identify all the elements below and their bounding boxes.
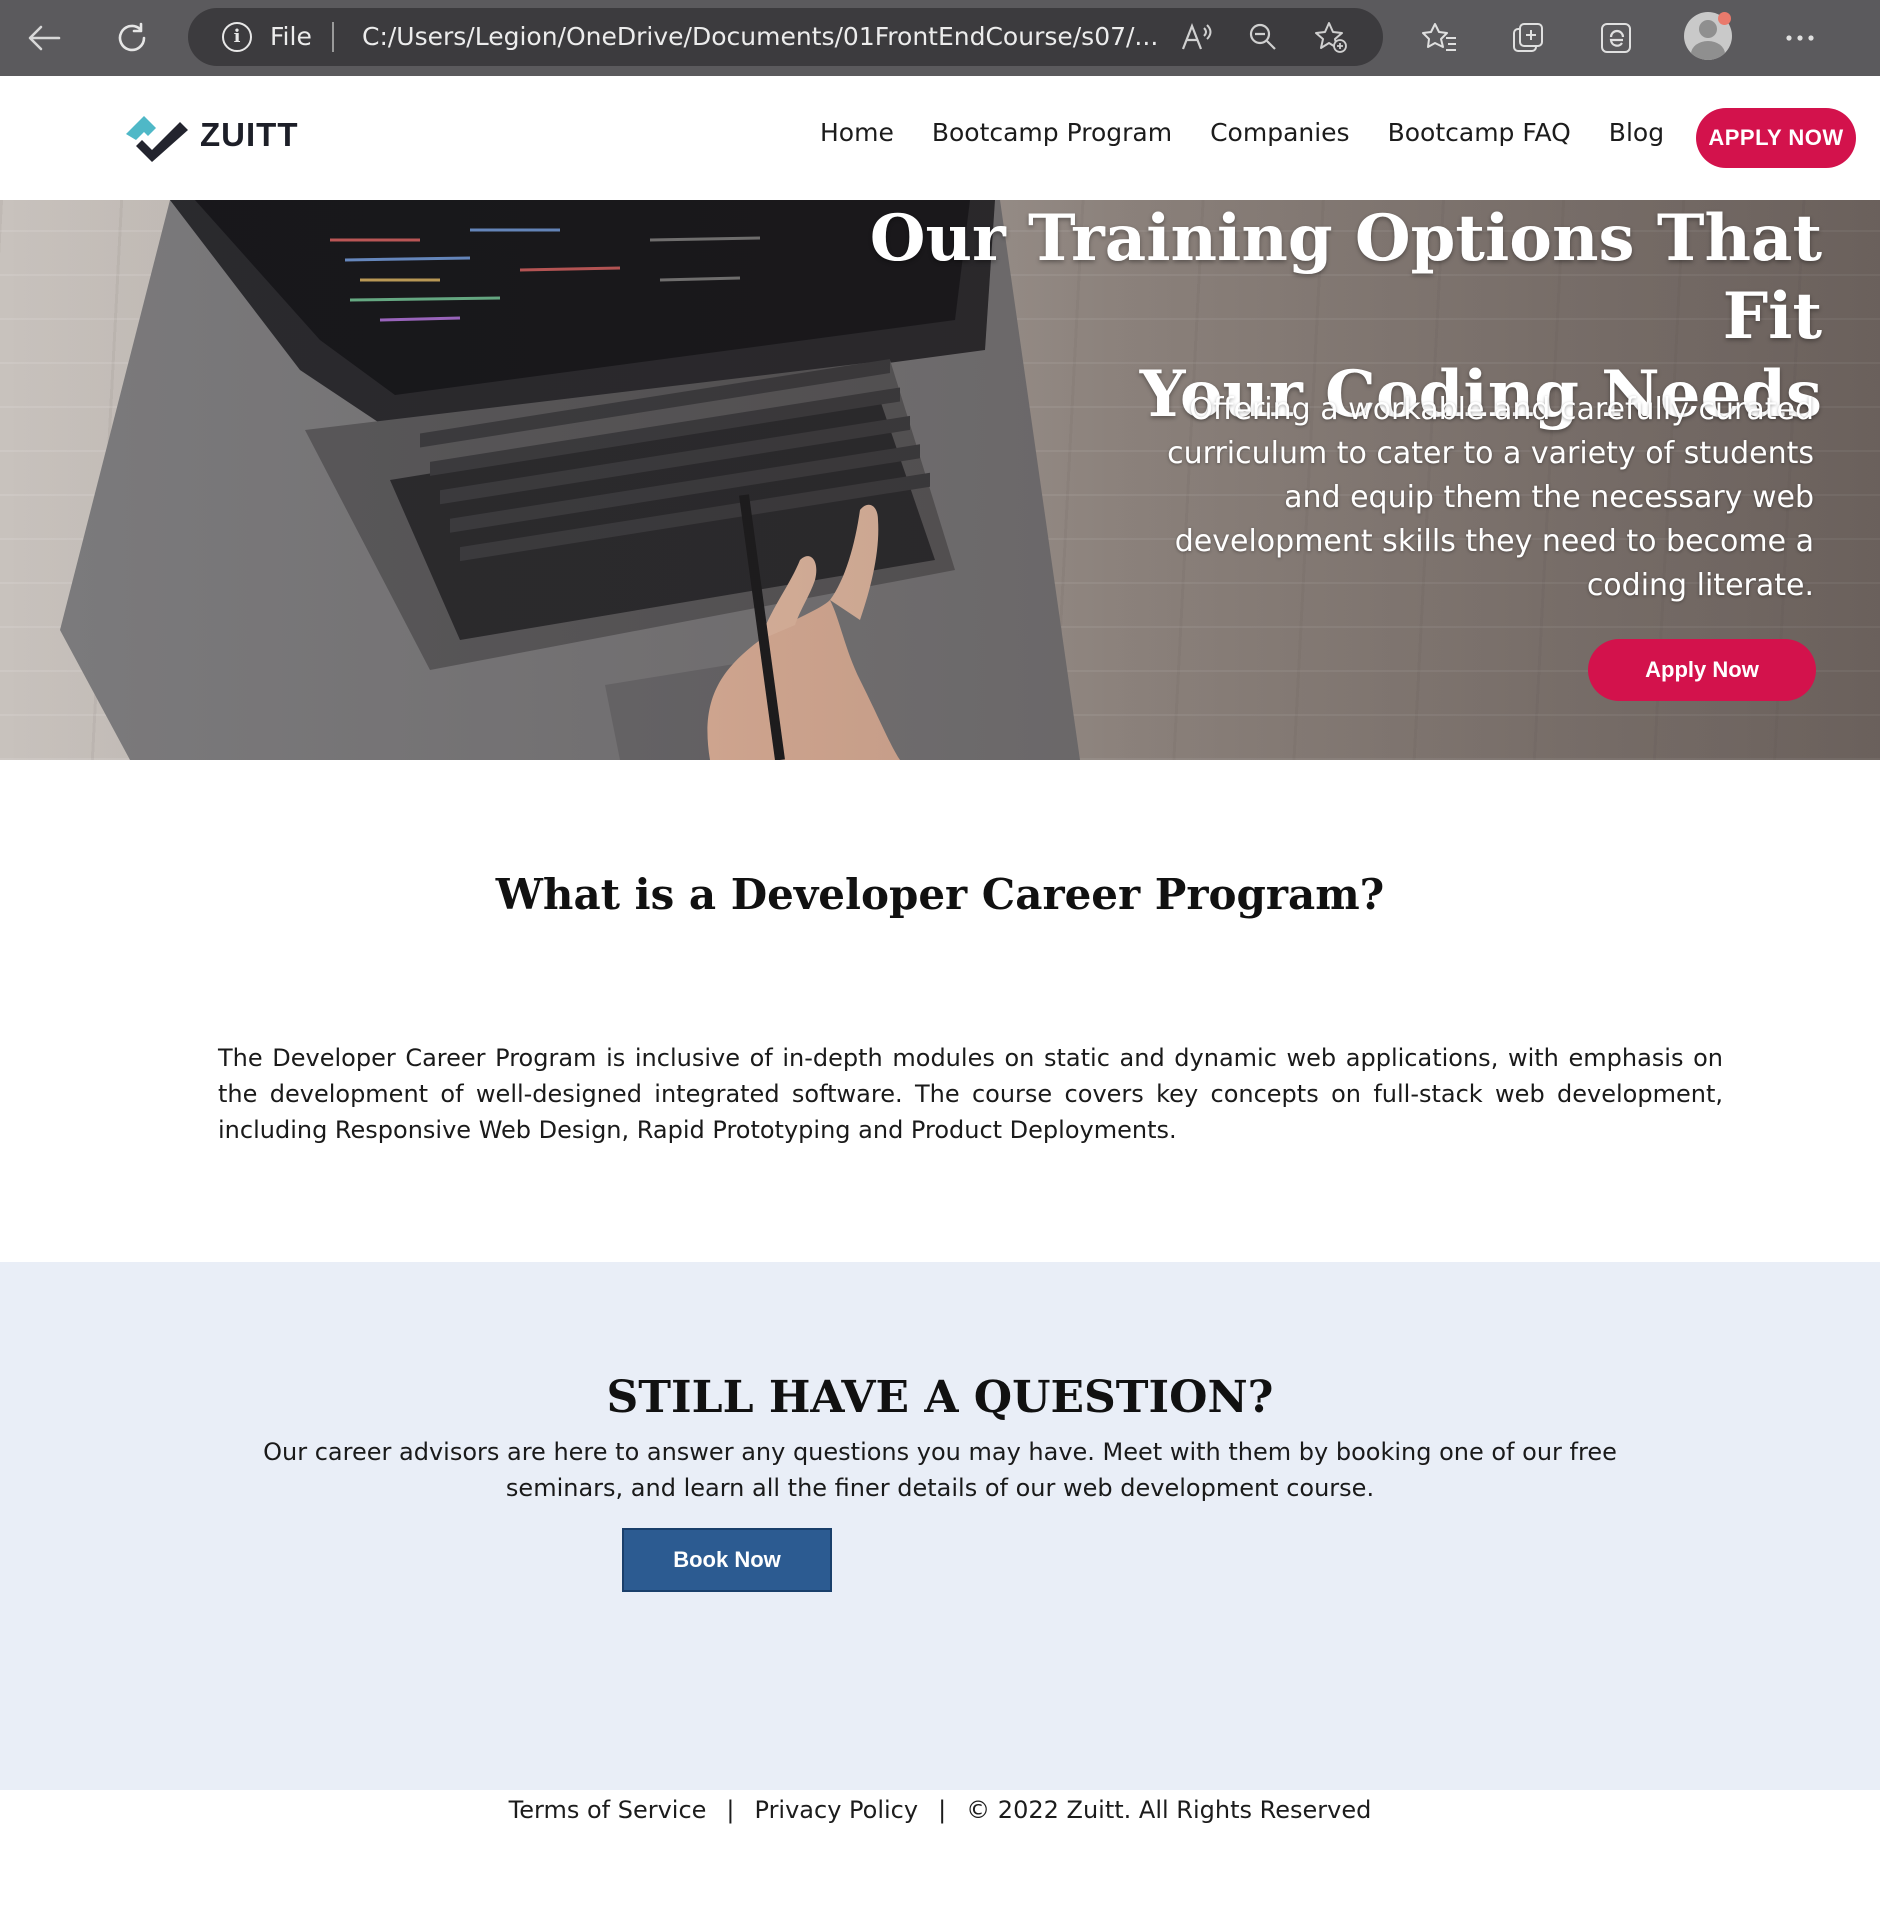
hero-title-line-1: Our Training Options That Fit <box>869 201 1822 354</box>
question-text: Our career advisors are here to answer a… <box>263 1438 1617 1502</box>
hero-subtitle: Offering a workable and carefully curate… <box>1167 392 1814 603</box>
url-text[interactable]: C:/Users/Legion/OneDrive/Documents/01Fro… <box>362 22 1158 52</box>
program-title: What is a Developer Career Program? <box>495 870 1385 919</box>
add-favorite-icon[interactable] <box>1312 18 1350 56</box>
site-navbar: ZUITT Home Bootcamp Program Companies Bo… <box>0 76 1880 200</box>
file-scheme-label: File <box>270 22 312 51</box>
nav-apply-now-button[interactable]: APPLY NOW <box>1696 108 1856 168</box>
nav-link-blog[interactable]: Blog <box>1609 118 1664 147</box>
question-section: STILL HAVE A QUESTION? Our career adviso… <box>0 1262 1880 1790</box>
more-options-icon[interactable] <box>1776 14 1824 62</box>
browser-toolbar: i File C:/Users/Legion/OneDrive/Document… <box>0 0 1880 76</box>
privacy-policy-link[interactable]: Privacy Policy <box>755 1796 919 1824</box>
notification-dot <box>1718 12 1731 25</box>
zoom-out-icon[interactable] <box>1244 18 1282 56</box>
address-bar[interactable]: i File C:/Users/Legion/OneDrive/Document… <box>188 8 1383 66</box>
nav-link-home[interactable]: Home <box>820 118 894 147</box>
zuitt-logo[interactable]: ZUITT <box>122 104 298 166</box>
nav-link-bootcamp-faq[interactable]: Bootcamp FAQ <box>1388 118 1571 147</box>
nav-links: Home Bootcamp Program Companies Bootcamp… <box>820 118 1664 147</box>
hero-banner: Our Training Options That Fit Your Codin… <box>0 200 1880 760</box>
footer-separator: | <box>726 1796 735 1824</box>
question-title: STILL HAVE A QUESTION? <box>606 1372 1274 1423</box>
favorites-icon[interactable] <box>1416 14 1464 62</box>
zuitt-logo-icon <box>126 116 188 162</box>
ie-mode-icon[interactable] <box>1592 14 1640 62</box>
terms-of-service-link[interactable]: Terms of Service <box>509 1796 707 1824</box>
nav-link-companies[interactable]: Companies <box>1210 118 1350 147</box>
info-icon[interactable]: i <box>222 22 252 52</box>
book-now-button[interactable]: Book Now <box>622 1528 832 1592</box>
read-aloud-icon[interactable] <box>1178 18 1216 56</box>
footer-separator: | <box>938 1796 947 1824</box>
logo-text: ZUITT <box>200 116 299 153</box>
collections-icon[interactable] <box>1504 14 1552 62</box>
nav-link-bootcamp-program[interactable]: Bootcamp Program <box>932 118 1172 147</box>
copyright-text: © 2022 Zuitt. All Rights Reserved <box>966 1796 1372 1824</box>
refresh-icon[interactable] <box>108 14 156 62</box>
address-divider <box>332 22 334 52</box>
back-arrow-icon[interactable] <box>20 14 68 62</box>
hero-apply-now-button[interactable]: Apply Now <box>1588 639 1816 701</box>
site-footer: Terms of Service | Privacy Policy | © 20… <box>0 1790 1880 1830</box>
program-description: The Developer Career Program is inclusiv… <box>218 1044 1723 1144</box>
